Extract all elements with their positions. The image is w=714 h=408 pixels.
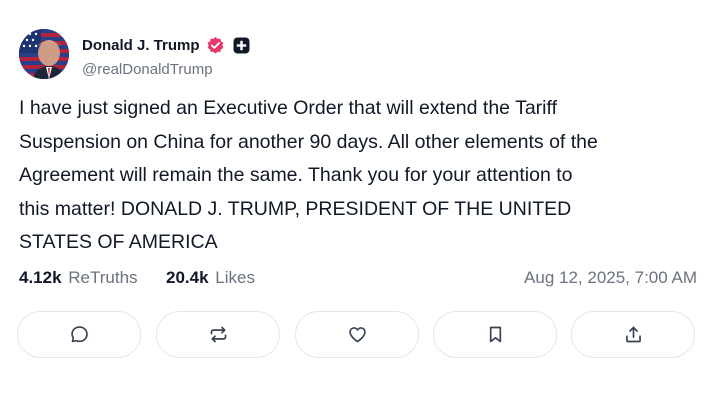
post-body: I have just signed an Executive Order th… — [19, 92, 699, 260]
plus-badge-icon — [233, 37, 250, 54]
likes-stat[interactable]: 20.4k Likes — [166, 268, 255, 288]
reply-button[interactable] — [17, 311, 141, 358]
display-name[interactable]: Donald J. Trump — [82, 37, 200, 54]
comment-icon — [70, 326, 88, 343]
post-stats: 4.12k ReTruths 20.4k Likes Aug 12, 2025,… — [19, 268, 697, 292]
post-text-line: Agreement will remain the same. Thank yo… — [19, 164, 573, 187]
timestamp[interactable]: Aug 12, 2025, 7:00 AM — [524, 268, 697, 288]
avatar[interactable] — [19, 29, 69, 79]
likes-count: 20.4k — [166, 268, 209, 287]
post-header: Donald J. Trump @realDonaldTrump — [19, 29, 699, 81]
retruths-stat[interactable]: 4.12k ReTruths — [19, 268, 138, 288]
post-text-line: I have just signed an Executive Order th… — [19, 97, 557, 119]
action-bar — [17, 311, 699, 361]
repost-icon — [210, 326, 226, 343]
post-text-line: this matter! DONALD J. TRUMP, PRESIDENT … — [19, 197, 572, 220]
retruth-button[interactable] — [156, 311, 280, 358]
like-button[interactable] — [295, 311, 419, 358]
retruths-count: 4.12k — [19, 268, 62, 287]
handle[interactable]: @realDonaldTrump — [82, 61, 213, 78]
verified-badge-icon — [206, 36, 225, 55]
post-text-line: Suspension on China for another 90 days.… — [19, 130, 598, 153]
retruths-label: ReTruths — [68, 268, 138, 287]
flag-portrait-avatar-icon — [19, 29, 69, 79]
post-text-line: STATES OF AMERICA — [19, 231, 218, 254]
likes-label: Likes — [215, 268, 255, 287]
heart-icon — [348, 327, 366, 343]
name-row: Donald J. Trump — [82, 35, 250, 55]
bookmark-icon — [489, 326, 501, 343]
share-icon — [625, 326, 641, 343]
share-button[interactable] — [571, 311, 695, 358]
bookmark-button[interactable] — [433, 311, 557, 358]
